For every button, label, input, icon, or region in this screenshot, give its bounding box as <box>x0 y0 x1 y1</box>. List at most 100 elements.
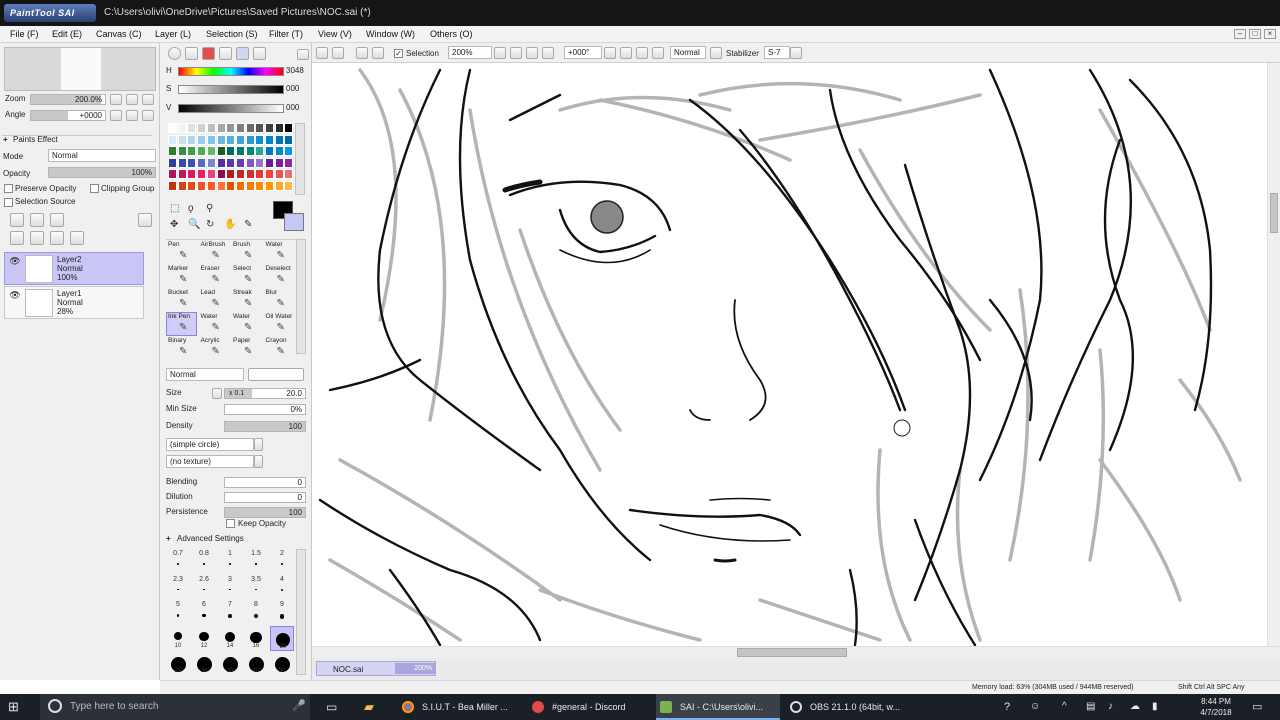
color-swatch[interactable] <box>265 123 274 133</box>
blend-mode-select[interactable]: Normal <box>48 149 156 162</box>
brush-size-preset[interactable]: 5 <box>166 600 190 625</box>
color-swatch[interactable] <box>226 157 236 168</box>
brush-size-preset[interactable]: 4 <box>270 575 294 600</box>
brush-tool-lead[interactable]: Lead ✎ <box>199 288 230 312</box>
color-swatch[interactable] <box>168 146 177 156</box>
color-swatch[interactable] <box>216 169 226 179</box>
brush-tool-marker[interactable]: Marker ✎ <box>166 264 197 288</box>
brush-shape-dropdown-icon[interactable] <box>254 438 263 451</box>
color-swatch[interactable] <box>197 169 207 179</box>
rotate-right-button[interactable] <box>126 110 138 121</box>
menu-layer[interactable]: Layer (L) <box>155 29 191 39</box>
rgb-slider-button[interactable] <box>185 47 198 60</box>
eye-icon[interactable]: 👁 <box>9 256 21 266</box>
zoom-in-button[interactable] <box>126 94 138 105</box>
brush-tool-select[interactable]: Select ✎ <box>231 264 262 288</box>
gradient-button[interactable] <box>219 47 232 60</box>
brush-size-preset[interactable]: 2 <box>270 549 294 574</box>
taskbar-app-chrome[interactable]: S.I.U.T - Bea Miller ... <box>398 694 522 720</box>
persistence-slider[interactable]: 100 <box>224 507 306 518</box>
move-icon[interactable]: ✥ <box>170 219 178 230</box>
selection-checkbox[interactable]: ✓ <box>394 49 403 58</box>
brush-tool-paper[interactable]: Paper ✎ <box>231 336 262 360</box>
color-swatch[interactable] <box>255 123 265 133</box>
color-swatch[interactable] <box>235 146 245 156</box>
color-swatch[interactable] <box>245 134 255 145</box>
rotate-reset-toolbar-button[interactable] <box>636 47 648 59</box>
color-swatch[interactable] <box>206 134 216 145</box>
color-swatch[interactable] <box>197 123 207 133</box>
show-selection-button[interactable] <box>356 47 368 59</box>
density-slider[interactable]: 100 <box>224 421 306 432</box>
opacity-slider[interactable]: 100% <box>48 167 156 178</box>
color-swatch[interactable] <box>284 134 294 145</box>
color-swatch[interactable] <box>206 157 216 168</box>
color-swatch[interactable] <box>177 180 187 191</box>
rotate-left-toolbar-button[interactable] <box>604 47 616 59</box>
color-swatch[interactable] <box>197 180 207 191</box>
zoom-dropdown-icon[interactable] <box>494 47 506 59</box>
brush-tool-streak[interactable]: Streak ✎ <box>231 288 262 312</box>
brush-grid-scrollbar[interactable] <box>296 239 306 354</box>
brush-size-preset[interactable]: 12 <box>192 626 216 651</box>
start-icon[interactable]: ⊞ <box>8 694 28 720</box>
menu-filter[interactable]: Filter (T) <box>269 29 303 39</box>
color-swatch[interactable] <box>226 180 236 191</box>
brush-blend-mode-select[interactable]: Normal <box>166 368 244 381</box>
brush-tool-ink-pen[interactable]: Ink Pen ✎ <box>166 312 197 336</box>
brush-tool-crayon[interactable]: Crayon ✎ <box>264 336 295 360</box>
selection-mode-button[interactable] <box>372 47 384 59</box>
brush-size-preset[interactable]: 0.8 <box>192 549 216 574</box>
action-center-icon[interactable]: ▭ <box>1252 694 1266 720</box>
brush-texture-dropdown-icon[interactable] <box>254 455 263 468</box>
saturation-slider[interactable] <box>178 85 284 94</box>
color-swatch[interactable] <box>197 157 207 168</box>
menu-selection[interactable]: Selection (S) <box>206 29 258 39</box>
rotate-left-button[interactable] <box>110 110 122 121</box>
battery-icon[interactable]: ▮ <box>1152 694 1166 720</box>
color-swatch[interactable] <box>274 180 284 191</box>
brush-tool-acrylic[interactable]: Acrylic ✎ <box>199 336 230 360</box>
brush-size-preset[interactable]: 35 <box>218 651 242 676</box>
color-swatch[interactable] <box>284 157 294 168</box>
color-swatch[interactable] <box>187 134 197 145</box>
color-swatch[interactable] <box>177 157 187 168</box>
brush-size-preset[interactable]: 40 <box>244 651 268 676</box>
color-swatch[interactable] <box>255 169 265 179</box>
brush-size-preset[interactable]: 6 <box>192 600 216 625</box>
color-wheel-button[interactable] <box>168 47 181 60</box>
brush-size-preset[interactable]: 16 <box>244 626 268 651</box>
color-swatch[interactable] <box>235 180 245 191</box>
microphone-icon[interactable]: 🎤 <box>292 699 306 712</box>
brush-texture-select[interactable]: (no texture) <box>166 455 254 468</box>
color-swatch[interactable] <box>274 169 284 179</box>
color-swatch[interactable] <box>206 169 216 179</box>
color-swatch[interactable] <box>226 123 236 133</box>
color-swatch[interactable] <box>216 157 226 168</box>
advanced-settings-expand-icon[interactable]: + <box>166 534 171 543</box>
keep-opacity-checkbox[interactable] <box>226 519 235 528</box>
delete-layer-button[interactable] <box>70 231 84 245</box>
size-slider[interactable]: x 0.1 20.0 <box>224 388 306 399</box>
brush-tool-oil-water[interactable]: Oil Water ✎ <box>264 312 295 336</box>
tray-chevron-icon[interactable]: ^ <box>1062 694 1076 720</box>
brush-size-preset[interactable]: 1 <box>218 549 242 574</box>
network-icon[interactable]: ▤ <box>1086 694 1100 720</box>
eye-icon[interactable]: 👁 <box>9 290 21 300</box>
color-swatch[interactable] <box>206 180 216 191</box>
color-swatch[interactable] <box>265 180 274 191</box>
color-swatch[interactable] <box>168 123 177 133</box>
color-swatch[interactable] <box>255 146 265 156</box>
flip-horizontal-button[interactable] <box>652 47 664 59</box>
color-swatch[interactable] <box>168 134 177 145</box>
color-swatch[interactable] <box>255 180 265 191</box>
value-slider[interactable] <box>178 104 284 113</box>
menu-file[interactable]: File (F) <box>10 29 39 39</box>
color-picker-icon[interactable]: ✎ <box>244 219 252 230</box>
color-swatch[interactable] <box>235 123 245 133</box>
selection-source-checkbox[interactable] <box>4 198 13 207</box>
zoom-reset-button[interactable] <box>142 94 154 105</box>
angle-slider[interactable]: +0000 <box>30 110 106 121</box>
menu-window[interactable]: Window (W) <box>366 29 415 39</box>
brush-size-preset[interactable]: 2.3 <box>166 575 190 600</box>
